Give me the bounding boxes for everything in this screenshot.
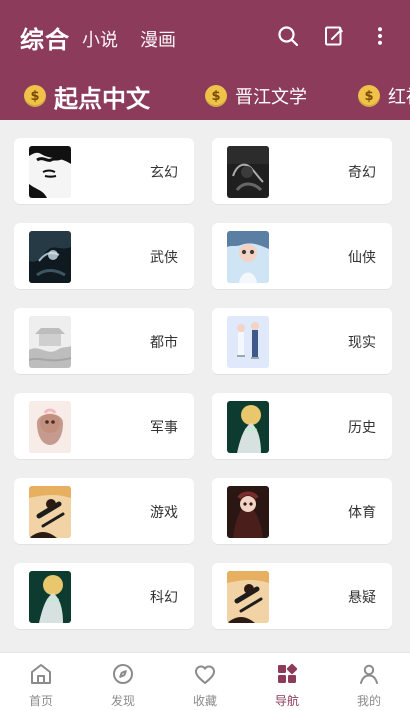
bottom-navigation: 首页 发现 收藏 导航 我的	[0, 652, 410, 710]
category-card-wuxia[interactable]: 武侠	[14, 223, 194, 289]
category-card-qihuan[interactable]: 奇幻	[212, 138, 392, 204]
category-card-xianxia[interactable]: 仙侠	[212, 223, 392, 289]
category-card-junshi[interactable]: 军事	[14, 393, 194, 459]
category-card-youxi[interactable]: 游戏	[14, 478, 194, 544]
category-content: 玄幻 奇幻 武侠 仙侠 都市 现实 军事 历史 游戏 体育 科幻 悬疑	[0, 120, 410, 652]
category-card-dushi[interactable]: 都市	[14, 308, 194, 374]
category-grid: 玄幻 奇幻 武侠 仙侠 都市 现实 军事 历史 游戏 体育 科幻 悬疑	[14, 138, 396, 629]
category-card-tiyu[interactable]: 体育	[212, 478, 392, 544]
category-thumbnail	[29, 571, 71, 623]
nav-label: 发现	[110, 694, 135, 708]
grid-icon	[278, 663, 298, 683]
nav-label: 收藏	[192, 694, 217, 708]
nav-home[interactable]: 首页	[0, 653, 82, 710]
primary-tabs: 综合 小说 漫画	[0, 0, 410, 72]
category-label: 体育	[348, 505, 376, 521]
compass-icon	[113, 664, 133, 684]
category-label: 科幻	[150, 590, 178, 606]
category-thumbnail	[29, 486, 71, 538]
category-thumbnail	[227, 401, 269, 453]
source-label: 红袖	[388, 87, 410, 108]
category-label: 奇幻	[348, 165, 376, 181]
tab-novels[interactable]: 小说	[82, 26, 118, 52]
category-thumbnail	[227, 486, 269, 538]
category-card-xuanhuan[interactable]: 玄幻	[14, 138, 194, 204]
category-card-lishi[interactable]: 历史	[212, 393, 392, 459]
category-thumbnail	[227, 316, 269, 368]
category-label: 游戏	[150, 505, 178, 521]
search-icon	[278, 26, 299, 47]
nav-navigation[interactable]: 导航	[246, 653, 328, 710]
more-button[interactable]	[368, 24, 392, 48]
category-label: 仙侠	[348, 250, 376, 266]
category-card-xianshi[interactable]: 现实	[212, 308, 392, 374]
header-actions	[276, 24, 392, 48]
top-header: 综合 小说 漫画 $ 起点中文 $ 晋江文学 $ 红	[0, 0, 410, 120]
money-bag-icon: $	[205, 85, 227, 107]
home-icon	[31, 664, 51, 684]
category-label: 都市	[150, 335, 178, 351]
category-thumbnail	[29, 146, 71, 198]
money-bag-icon: $	[358, 85, 380, 107]
nav-label: 我的	[356, 694, 381, 708]
source-tabs: $ 起点中文 $ 晋江文学 $ 红袖	[0, 72, 410, 120]
category-thumbnail	[227, 146, 269, 198]
category-label: 玄幻	[150, 165, 178, 181]
more-vertical-icon	[378, 27, 382, 45]
search-button[interactable]	[276, 24, 300, 48]
category-label: 现实	[348, 335, 376, 351]
category-thumbnail	[227, 231, 269, 283]
nav-discover[interactable]: 发现	[82, 653, 164, 710]
category-label: 军事	[150, 420, 178, 436]
category-card-kehuan[interactable]: 科幻	[14, 563, 194, 629]
user-icon	[360, 664, 378, 684]
nav-profile[interactable]: 我的	[328, 653, 410, 710]
app-root: 综合 小说 漫画 $ 起点中文 $ 晋江文学 $ 红 玄幻 奇幻 武侠 仙侠 都…	[0, 0, 410, 710]
nav-label: 导航	[274, 694, 299, 708]
heart-icon	[195, 665, 215, 684]
category-label: 悬疑	[348, 590, 376, 606]
category-thumbnail	[29, 316, 71, 368]
source-label: 晋江文学	[235, 87, 307, 108]
edit-button[interactable]	[322, 24, 346, 48]
tab-combined[interactable]: 综合	[20, 20, 70, 55]
category-thumbnail	[29, 401, 71, 453]
source-tab-hongxiu[interactable]: $ 红袖	[358, 72, 410, 120]
money-bag-icon: $	[24, 85, 46, 107]
category-card-xuanyi[interactable]: 悬疑	[212, 563, 392, 629]
tab-comics[interactable]: 漫画	[140, 26, 176, 52]
source-tab-jinjiang[interactable]: $ 晋江文学	[205, 72, 307, 120]
edit-icon	[325, 26, 343, 46]
nav-label: 首页	[28, 694, 53, 708]
category-label: 武侠	[150, 250, 178, 266]
source-tab-qidian[interactable]: $ 起点中文	[24, 72, 150, 120]
nav-favorites[interactable]: 收藏	[164, 653, 246, 710]
category-label: 历史	[348, 420, 376, 436]
source-label: 起点中文	[54, 84, 150, 113]
category-thumbnail	[227, 571, 269, 623]
category-thumbnail	[29, 231, 71, 283]
